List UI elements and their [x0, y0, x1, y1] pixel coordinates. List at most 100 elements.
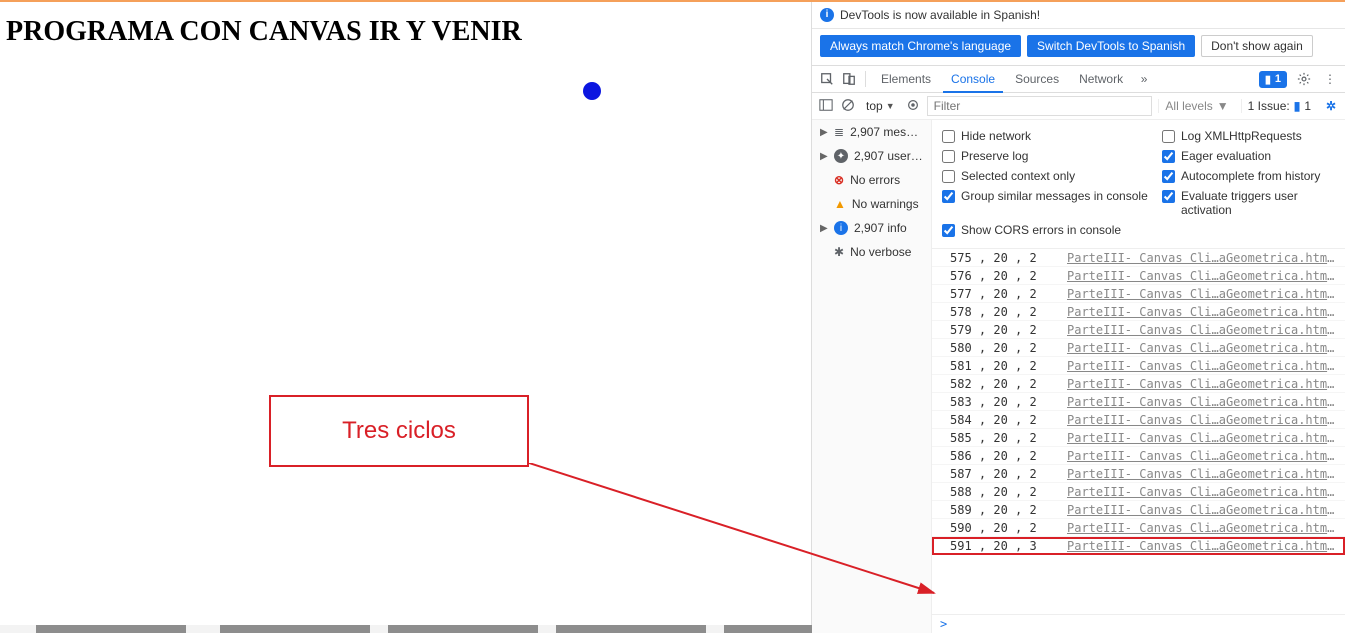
log-row[interactable]: 589 , 20 , 2 ParteIII- Canvas Cli…aGeomet…	[932, 501, 1345, 519]
log-row[interactable]: 582 , 20 , 2ParteIII- Canvas Cli…aGeomet…	[932, 375, 1345, 393]
log-source-link[interactable]: ParteIII- Canvas Cli…aGeometrica.html:26	[1067, 521, 1337, 535]
chk-eager-eval[interactable]: Eager evaluation	[1162, 146, 1335, 166]
log-source-link[interactable]: ParteIII- Canvas Cli…aGeometrica.html:26	[1067, 287, 1337, 301]
sidebar-item-messages[interactable]: ▶ ≣ 2,907 messa...	[812, 120, 931, 144]
log-row[interactable]: 579 , 20 , 2 ParteIII- Canvas Cli…aGeomet…	[932, 321, 1345, 339]
chk-eval-triggers[interactable]: Evaluate triggers user activation	[1162, 186, 1335, 220]
chk-show-cors[interactable]: Show CORS errors in console	[942, 220, 1335, 240]
log-row[interactable]: 583 , 20 , 2ParteIII- Canvas Cli…aGeomet…	[932, 393, 1345, 411]
gear-icon[interactable]	[1295, 70, 1313, 88]
warning-icon: ▲	[834, 197, 846, 211]
log-values: 575 , 20 , 2	[950, 251, 1037, 265]
caret-icon: ▶	[820, 151, 828, 162]
console-settings-panel: Hide network Log XMLHttpRequests Preserv…	[932, 120, 1345, 249]
sidebar-item-info[interactable]: ▶ i 2,907 info	[812, 216, 931, 240]
log-values: 588 , 20 , 2	[950, 485, 1037, 499]
log-row[interactable]: 587 , 20 , 2 ParteIII- Canvas Cli…aGeomet…	[932, 465, 1345, 483]
verbose-icon: ✱	[834, 245, 844, 259]
log-source-link[interactable]: ParteIII- Canvas Cli…aGeometrica.html:26	[1067, 449, 1337, 463]
log-source-link[interactable]: ParteIII- Canvas Cli…aGeometrica.html:26	[1067, 305, 1337, 319]
log-values: 584 , 20 , 2	[950, 413, 1037, 427]
log-row[interactable]: 575 , 20 , 2 ParteIII- Canvas Cli…aGeomet…	[932, 249, 1345, 267]
caret-icon: ▶	[820, 127, 828, 138]
page-title: PROGRAMA CON CANVAS IR Y VENIR	[0, 2, 811, 54]
log-row[interactable]: 588 , 20 , 2 ParteIII- Canvas Cli…aGeomet…	[932, 483, 1345, 501]
clear-console-icon[interactable]	[840, 98, 856, 115]
log-row[interactable]: 584 , 20 , 2 ParteIII- Canvas Cli…aGeomet…	[932, 411, 1345, 429]
filter-input[interactable]	[927, 96, 1153, 116]
sidebar-item-errors[interactable]: ⊗ No errors	[812, 168, 931, 192]
log-values: 578 , 20 , 2	[950, 305, 1037, 319]
console-toolbar: top ▼ All levels ▼ 1 Issue: ▮ 1 ✲	[812, 93, 1345, 120]
tab-elements[interactable]: Elements	[873, 67, 939, 91]
device-toggle-icon[interactable]	[840, 70, 858, 88]
log-row[interactable]: 591 , 20 , 3 ParteIII- Canvas Cli…aGeomet…	[932, 537, 1345, 555]
annotation-text: Tres ciclos	[342, 417, 456, 445]
devtools-tabs: Elements Console Sources Network » ▮ 1 ⋮	[812, 66, 1345, 93]
tab-console[interactable]: Console	[943, 67, 1003, 93]
sidebar-item-verbose[interactable]: ✱ No verbose	[812, 240, 931, 264]
chk-hide-network[interactable]: Hide network	[942, 126, 1152, 146]
console-prompt[interactable]: >	[932, 614, 1345, 633]
chat-icon: ▮	[1265, 73, 1271, 86]
log-source-link[interactable]: ParteIII- Canvas Cli…aGeometrica.html:26	[1067, 539, 1337, 553]
chk-log-xhr[interactable]: Log XMLHttpRequests	[1162, 126, 1335, 146]
match-language-button[interactable]: Always match Chrome's language	[820, 35, 1021, 57]
live-expression-icon[interactable]	[905, 98, 921, 115]
info-icon: i	[834, 221, 848, 235]
log-values: 590 , 20 , 2	[950, 521, 1037, 535]
language-banner: i DevTools is now available in Spanish!	[812, 2, 1345, 29]
log-source-link[interactable]: ParteIII- Canvas Cli…aGeometrica.html:26	[1067, 503, 1337, 517]
log-row[interactable]: 577 , 20 , 2ParteIII- Canvas Cli…aGeomet…	[932, 285, 1345, 303]
log-source-link[interactable]: ParteIII- Canvas Cli…aGeometrica.html:26	[1067, 377, 1337, 391]
sidebar-toggle-icon[interactable]	[818, 98, 834, 115]
log-values: 579 , 20 , 2	[950, 323, 1037, 337]
tab-network[interactable]: Network	[1071, 67, 1131, 91]
sidebar-item-user[interactable]: ▶ ✦ 2,907 user ...	[812, 144, 931, 168]
log-values: 587 , 20 , 2	[950, 467, 1037, 481]
chk-selected-context[interactable]: Selected context only	[942, 166, 1152, 186]
log-values: 591 , 20 , 3	[950, 539, 1037, 553]
more-tabs-icon[interactable]: »	[1135, 70, 1153, 88]
issue-icon: ▮	[1294, 99, 1301, 113]
log-source-link[interactable]: ParteIII- Canvas Cli…aGeometrica.html:26	[1067, 359, 1337, 373]
log-source-link[interactable]: ParteIII- Canvas Cli…aGeometrica.html:26	[1067, 323, 1337, 337]
chk-autocomplete[interactable]: Autocomplete from history	[1162, 166, 1335, 186]
log-source-link[interactable]: ParteIII- Canvas Cli…aGeometrica.html:26	[1067, 395, 1337, 409]
chk-preserve-log[interactable]: Preserve log	[942, 146, 1152, 166]
log-values: 585 , 20 , 2	[950, 431, 1037, 445]
console-log-list[interactable]: 575 , 20 , 2 ParteIII- Canvas Cli…aGeomet…	[932, 249, 1345, 614]
log-source-link[interactable]: ParteIII- Canvas Cli…aGeometrica.html:26	[1067, 485, 1337, 499]
settings-gear-active-icon[interactable]: ✲	[1323, 99, 1339, 113]
log-source-link[interactable]: ParteIII- Canvas Cli…aGeometrica.html:26	[1067, 269, 1337, 283]
log-row[interactable]: 581 , 20 , 2ParteIII- Canvas Cli…aGeomet…	[932, 357, 1345, 375]
language-actions: Always match Chrome's language Switch De…	[812, 29, 1345, 66]
info-icon: i	[820, 8, 834, 22]
log-source-link[interactable]: ParteIII- Canvas Cli…aGeometrica.html:26	[1067, 413, 1337, 427]
kebab-icon[interactable]: ⋮	[1321, 70, 1339, 88]
log-row[interactable]: 578 , 20 , 2 ParteIII- Canvas Cli…aGeomet…	[932, 303, 1345, 321]
switch-language-button[interactable]: Switch DevTools to Spanish	[1027, 35, 1195, 57]
tab-sources[interactable]: Sources	[1007, 67, 1067, 91]
chk-group-similar[interactable]: Group similar messages in console	[942, 186, 1152, 220]
log-source-link[interactable]: ParteIII- Canvas Cli…aGeometrica.html:26	[1067, 341, 1337, 355]
levels-selector[interactable]: All levels ▼	[1158, 99, 1234, 113]
log-source-link[interactable]: ParteIII- Canvas Cli…aGeometrica.html:26	[1067, 251, 1337, 265]
log-source-link[interactable]: ParteIII- Canvas Cli…aGeometrica.html:26	[1067, 467, 1337, 481]
context-selector[interactable]: top ▼	[862, 98, 899, 114]
issues-button[interactable]: 1 Issue: ▮ 1	[1241, 99, 1317, 113]
log-row[interactable]: 576 , 20 , 2ParteIII- Canvas Cli…aGeomet…	[932, 267, 1345, 285]
log-values: 586 , 20 , 2	[950, 449, 1037, 463]
error-icon: ⊗	[834, 173, 844, 187]
log-source-link[interactable]: ParteIII- Canvas Cli…aGeometrica.html:26	[1067, 431, 1337, 445]
log-row[interactable]: 580 , 20 , 2ParteIII- Canvas Cli…aGeomet…	[932, 339, 1345, 357]
dismiss-banner-button[interactable]: Don't show again	[1201, 35, 1313, 57]
sidebar-item-warnings[interactable]: ▲ No warnings	[812, 192, 931, 216]
log-values: 589 , 20 , 2	[950, 503, 1037, 517]
caret-icon: ▶	[820, 223, 828, 234]
log-row[interactable]: 590 , 20 , 2 ParteIII- Canvas Cli…aGeomet…	[932, 519, 1345, 537]
log-row[interactable]: 585 , 20 , 2 ParteIII- Canvas Cli…aGeomet…	[932, 429, 1345, 447]
messages-badge[interactable]: ▮ 1	[1259, 71, 1287, 88]
inspect-icon[interactable]	[818, 70, 836, 88]
log-row[interactable]: 586 , 20 , 2 ParteIII- Canvas Cli…aGeomet…	[932, 447, 1345, 465]
